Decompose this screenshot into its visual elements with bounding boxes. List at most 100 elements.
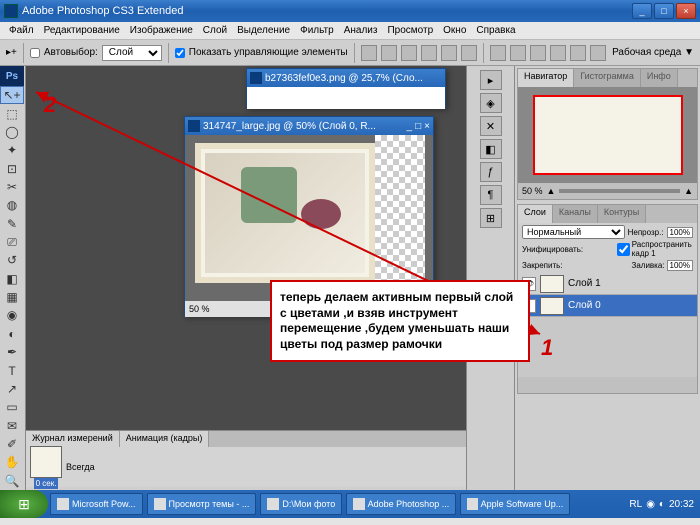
align-icon[interactable] (461, 45, 477, 61)
taskbar-item[interactable]: Microsoft Pow... (50, 493, 143, 515)
tab-animation[interactable]: Анимация (кадры) (120, 431, 210, 447)
hand-tool[interactable]: ✋ (0, 453, 24, 471)
lock-icon[interactable] (579, 259, 591, 271)
lasso-tool[interactable]: ◯ (0, 123, 24, 141)
marquee-tool[interactable]: ⬚ (0, 104, 24, 122)
new-layer-icon[interactable] (663, 379, 677, 391)
menu-analysis[interactable]: Анализ (339, 25, 383, 36)
crop-tool[interactable]: ⊡ (0, 159, 24, 177)
layer-name[interactable]: Слой 1 (568, 278, 601, 289)
link-icon[interactable] (583, 379, 597, 391)
panel-btn[interactable]: ◈ (480, 93, 502, 113)
tab-info[interactable]: Инфо (641, 69, 678, 87)
dodge-tool[interactable]: ◐ (0, 325, 24, 343)
panel-btn[interactable]: ▸ (480, 70, 502, 90)
close-button[interactable]: × (676, 3, 696, 19)
zoom-out-icon[interactable]: ▲ (547, 186, 556, 196)
blur-tool[interactable]: ◉ (0, 306, 24, 324)
trash-icon[interactable] (679, 379, 693, 391)
panel-btn[interactable]: ƒ (480, 162, 502, 182)
taskbar-item[interactable]: Apple Software Up... (460, 493, 570, 515)
layer-row[interactable]: 👁 Слой 0 (518, 295, 697, 317)
tab-navigator[interactable]: Навигатор (518, 69, 574, 87)
menu-filter[interactable]: Фильтр (295, 25, 339, 36)
tab-channels[interactable]: Каналы (553, 205, 598, 223)
lock-icon[interactable] (565, 259, 577, 271)
zoom-in-icon[interactable]: ▲ (684, 186, 693, 196)
tab-layers[interactable]: Слои (518, 205, 553, 223)
unify-icon[interactable] (585, 243, 594, 255)
pen-tool[interactable]: ✒ (0, 343, 24, 361)
nav-zoom[interactable]: 50 % (522, 186, 543, 196)
adjust-icon[interactable] (631, 379, 645, 391)
doc-close-icon[interactable]: × (424, 121, 430, 132)
align-icon[interactable] (421, 45, 437, 61)
unify-icon[interactable] (596, 243, 605, 255)
taskbar-item[interactable]: D:\Мои фото (260, 493, 342, 515)
tray-icon[interactable]: ◉ (646, 499, 655, 510)
path-tool[interactable]: ↗ (0, 380, 24, 398)
doc2-zoom[interactable]: 50 % (189, 304, 210, 314)
fx-icon[interactable] (599, 379, 613, 391)
frame-time[interactable]: 0 сек. (34, 478, 59, 489)
opacity-value[interactable]: 100% (667, 227, 693, 238)
distribute-icon[interactable] (590, 45, 606, 61)
maximize-button[interactable]: □ (654, 3, 674, 19)
menu-window[interactable]: Окно (438, 25, 471, 36)
align-icon[interactable] (401, 45, 417, 61)
menu-edit[interactable]: Редактирование (39, 25, 125, 36)
layer-row[interactable]: 👁 Слой 1 (518, 273, 697, 295)
start-button[interactable]: ⊞ (0, 490, 48, 518)
loop-selector[interactable]: Всегда (66, 462, 95, 472)
navigator-thumb[interactable] (518, 87, 697, 183)
align-icon[interactable] (381, 45, 397, 61)
frame-thumb[interactable] (30, 446, 62, 478)
tab-histogram[interactable]: Гистограмма (574, 69, 641, 87)
heal-tool[interactable]: ◍ (0, 196, 24, 214)
fill-value[interactable]: 100% (667, 260, 693, 271)
slice-tool[interactable]: ✂ (0, 178, 24, 196)
notes-tool[interactable]: ✉ (0, 416, 24, 434)
taskbar-item[interactable]: Adobe Photoshop ... (346, 493, 456, 515)
history-brush-tool[interactable]: ↺ (0, 251, 24, 269)
move-tool[interactable]: ↖+ (0, 86, 24, 104)
distribute-icon[interactable] (570, 45, 586, 61)
menu-image[interactable]: Изображение (125, 25, 198, 36)
layer-name[interactable]: Слой 0 (568, 300, 601, 311)
menu-view[interactable]: Просмотр (382, 25, 438, 36)
minimize-button[interactable]: _ (632, 3, 652, 19)
folder-icon[interactable] (647, 379, 661, 391)
ps-icon[interactable]: Ps (0, 66, 24, 86)
menu-file[interactable]: Файл (4, 25, 39, 36)
doc-min-icon[interactable]: _ (407, 121, 413, 132)
autoselect-checkbox[interactable] (30, 48, 40, 58)
menu-help[interactable]: Справка (471, 25, 520, 36)
lock-icon[interactable] (593, 259, 605, 271)
stamp-tool[interactable]: ⎚ (0, 233, 24, 251)
type-tool[interactable]: T (0, 361, 24, 379)
menu-layer[interactable]: Слой (198, 25, 232, 36)
brush-tool[interactable]: ✎ (0, 215, 24, 233)
doc-max-icon[interactable]: □ (415, 121, 421, 132)
distribute-icon[interactable] (550, 45, 566, 61)
gradient-tool[interactable]: ▦ (0, 288, 24, 306)
distribute-icon[interactable] (490, 45, 506, 61)
taskbar-item[interactable]: Просмотр темы - ... (147, 493, 257, 515)
align-icon[interactable] (441, 45, 457, 61)
tab-paths[interactable]: Контуры (598, 205, 646, 223)
menu-select[interactable]: Выделение (232, 25, 295, 36)
clock[interactable]: 20:32 (669, 499, 694, 510)
distribute-icon[interactable] (510, 45, 526, 61)
zoom-tool[interactable]: 🔍 (0, 472, 24, 490)
propagate-checkbox[interactable] (617, 243, 630, 256)
lock-icon[interactable] (607, 259, 619, 271)
shape-tool[interactable]: ▭ (0, 398, 24, 416)
autoselect-dropdown[interactable]: Слой (102, 45, 162, 61)
panel-btn[interactable]: ¶ (480, 185, 502, 205)
eyedropper-tool[interactable]: ✐ (0, 435, 24, 453)
panel-btn[interactable]: ✕ (480, 116, 502, 136)
distribute-icon[interactable] (530, 45, 546, 61)
showcontrols-checkbox[interactable] (175, 48, 185, 58)
panel-btn[interactable]: ◧ (480, 139, 502, 159)
lang-indicator[interactable]: RL (629, 499, 642, 510)
